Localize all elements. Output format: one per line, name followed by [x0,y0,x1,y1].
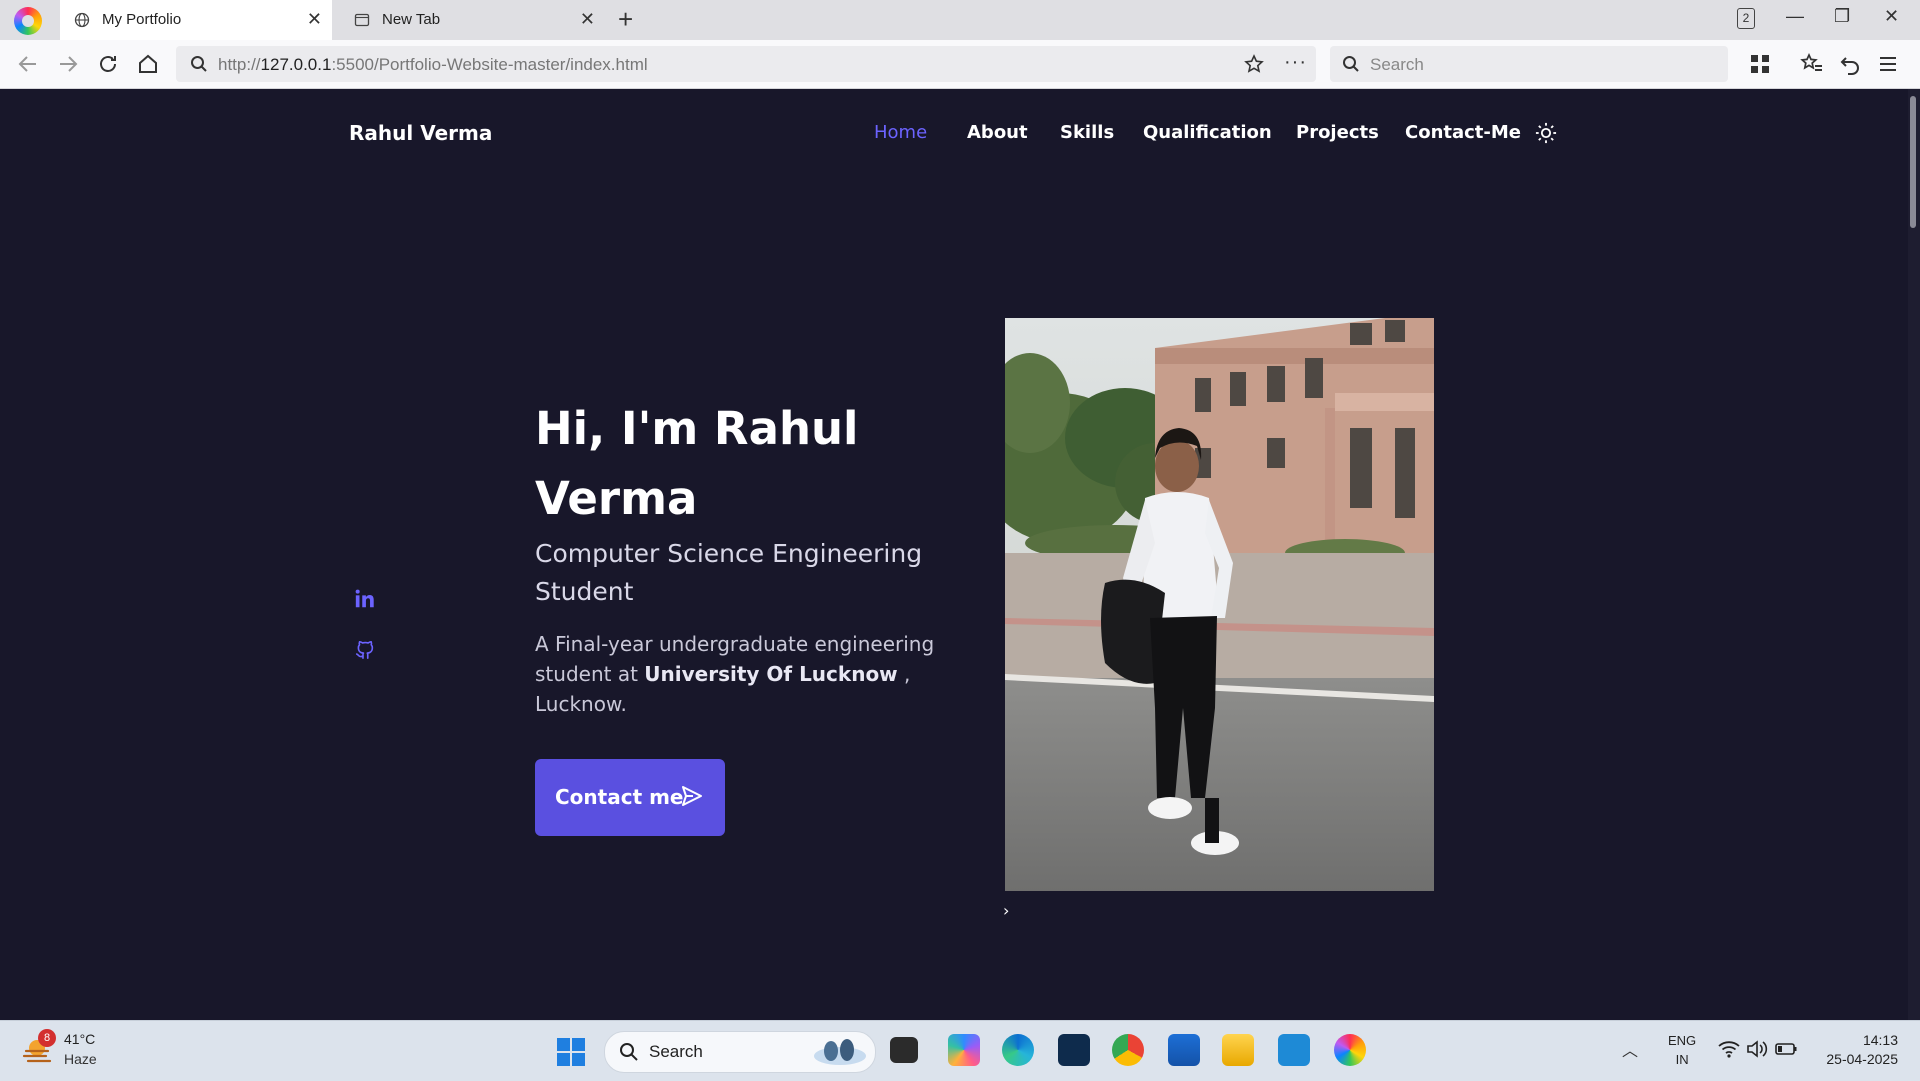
reload-icon[interactable] [96,52,120,76]
nav-skills[interactable]: Skills [1060,122,1114,143]
search-placeholder: Search [1370,55,1424,74]
clock-date: 25-04-2025 [1826,1051,1898,1067]
sun-icon[interactable] [1535,122,1557,144]
window-close-icon[interactable]: ✕ [1884,6,1899,27]
browser-app-icon[interactable] [1334,1034,1366,1066]
back-icon[interactable] [16,52,40,76]
apps-grid-icon[interactable] [1748,52,1772,76]
tab-count-badge[interactable]: 2 [1737,8,1755,29]
home-icon[interactable] [136,52,160,76]
language-line-2: IN [1675,1052,1689,1067]
search-input[interactable]: Search [1330,46,1728,82]
more-options-icon[interactable]: ··· [1284,51,1307,74]
browser-tab-strip: My Portfolio ✕ New Tab ✕ + 2 — ❐ ✕ [0,0,1920,40]
carousel-next-icon[interactable]: › [1003,901,1009,920]
copilot-icon[interactable] [948,1034,980,1066]
battery-icon[interactable] [1774,1039,1798,1059]
tab-label: New Tab [382,11,441,28]
search-icon [191,56,207,72]
microsoft-store-icon[interactable] [1168,1034,1200,1066]
system-clock[interactable]: 14:13 25-04-2025 [1812,1031,1898,1069]
tab-my-portfolio[interactable]: My Portfolio ✕ [60,0,332,40]
linkedin-icon[interactable] [354,588,376,610]
vscode-icon[interactable] [1278,1034,1310,1066]
github-icon[interactable] [354,638,376,660]
profile-photo [1005,318,1434,891]
close-tab-icon[interactable]: ✕ [307,9,322,29]
url-path: :5500/Portfolio-Website-master/index.htm… [331,55,648,74]
search-icon [1343,56,1359,72]
new-tab-button[interactable]: + [618,6,633,32]
nav-home[interactable]: Home [874,122,927,143]
send-icon [682,786,702,806]
bookmark-star-icon[interactable] [1244,54,1264,74]
hero-desc-university: University Of Lucknow [644,662,898,686]
portfolio-page: Rahul Verma Home About Skills Qualificat… [0,89,1908,1020]
edge-icon[interactable] [1002,1034,1034,1066]
weather-condition: Haze [64,1051,97,1067]
taskbar-search-label: Search [649,1042,703,1061]
language-line-1: ENG [1668,1033,1697,1048]
address-bar[interactable]: http://127.0.0.1:5500/Portfolio-Website-… [176,46,1316,82]
wifi-icon[interactable] [1718,1039,1740,1059]
favorites-icon[interactable] [1800,52,1824,76]
nav-contact-me[interactable]: Contact-Me [1405,122,1521,143]
menu-icon[interactable] [1876,52,1900,76]
file-explorer-icon[interactable] [1222,1034,1254,1066]
chrome-icon[interactable] [1112,1034,1144,1066]
browser-toolbar: http://127.0.0.1:5500/Portfolio-Website-… [0,40,1920,89]
taskbar-search[interactable]: Search [604,1031,876,1073]
volume-icon[interactable] [1746,1039,1768,1059]
clock-time: 14:13 [1862,1032,1898,1048]
globe-icon [74,12,90,28]
hero-title: Hi, I'm Rahul Verma [535,402,859,525]
search-highlight-icon [814,1039,866,1065]
url-prefix: http:// [218,55,261,74]
search-icon [620,1043,638,1061]
browser-logo-icon [14,7,42,35]
restore-icon[interactable]: ❐ [1834,6,1850,27]
tab-label: My Portfolio [102,11,182,28]
nav-projects[interactable]: Projects [1296,122,1379,143]
contact-me-label: Contact me [555,785,684,809]
forward-icon[interactable] [56,52,80,76]
tab-new-tab[interactable]: New Tab ✕ [340,0,605,40]
language-indicator[interactable]: ENG IN [1668,1031,1696,1069]
nav-qualification[interactable]: Qualification [1143,122,1272,143]
contact-me-button[interactable]: Contact me [535,759,725,836]
task-view-icon[interactable] [890,1037,918,1063]
url-host: 127.0.0.1 [260,55,332,74]
close-tab-icon[interactable]: ✕ [580,9,595,29]
page-scrollbar[interactable] [1908,89,1920,1020]
site-brand[interactable]: Rahul Verma [349,121,492,145]
scrollbar-thumb[interactable] [1910,96,1916,228]
reader-app-icon[interactable] [1058,1034,1090,1066]
page-icon [354,13,370,27]
nav-about[interactable]: About [967,122,1028,143]
minimize-icon[interactable]: — [1786,6,1804,27]
url-text[interactable]: http://127.0.0.1:5500/Portfolio-Website-… [218,55,648,75]
windows-start-icon[interactable] [556,1037,586,1067]
undo-icon[interactable] [1838,52,1862,76]
hero-subtitle: Computer Science Engineering Student [535,539,923,606]
hero-description: A Final-year undergraduate engineering s… [535,629,955,719]
chevron-up-icon[interactable]: ︿ [1622,1037,1638,1061]
weather-badge: 8 [38,1029,56,1047]
windows-taskbar: 8 41°C Haze Search ︿ ENG IN 14:13 25-04-… [0,1020,1920,1081]
weather-temperature: 41°C [64,1031,96,1047]
